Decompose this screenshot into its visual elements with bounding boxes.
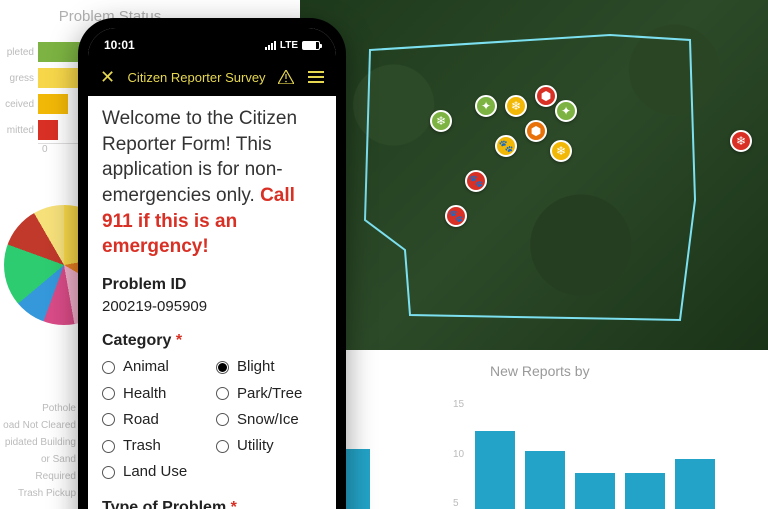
map[interactable]: ❄✦❄⬢✦⬢🐾❄🐾🐾❄: [300, 0, 768, 350]
close-icon[interactable]: ✕: [100, 67, 115, 88]
map-pin[interactable]: ⬢: [535, 85, 557, 107]
category-option[interactable]: Road: [102, 410, 208, 430]
problem-type-labels: Potholeoad Not Clearedpidated Buildingor…: [0, 400, 76, 502]
radio-icon: [102, 413, 115, 426]
warning-icon[interactable]: [278, 70, 294, 84]
radio-icon: [216, 413, 229, 426]
map-pin[interactable]: ❄: [505, 95, 527, 117]
app-title: Citizen Reporter Survey: [128, 70, 266, 85]
category-option[interactable]: Animal: [102, 357, 208, 377]
category-options: Animal Blight Health Park/Tree Road Snow/Ice T…: [102, 357, 322, 482]
category-option[interactable]: Utility: [216, 436, 322, 456]
category-option[interactable]: Land Use: [102, 462, 208, 482]
radio-icon: [102, 361, 115, 374]
problem-id-value: 200219-095909: [102, 297, 322, 317]
survey-form: Welcome to the Citizen Reporter Form! Th…: [88, 96, 336, 509]
map-pin[interactable]: ⬢: [525, 120, 547, 142]
problem-id-label: Problem ID: [102, 274, 322, 296]
radio-icon: [216, 387, 229, 400]
county-boundary: [350, 20, 710, 330]
category-option[interactable]: Park/Tree: [216, 384, 322, 404]
map-pin[interactable]: ❄: [550, 140, 572, 162]
category-option[interactable]: Snow/Ice: [216, 410, 322, 430]
map-pin[interactable]: ❄: [730, 130, 752, 152]
map-pin[interactable]: 🐾: [445, 205, 467, 227]
radio-icon: [216, 361, 229, 374]
category-option[interactable]: Trash: [102, 436, 208, 456]
map-pin[interactable]: 🐾: [495, 135, 517, 157]
radio-icon: [102, 387, 115, 400]
bar: [625, 473, 665, 509]
bar: [575, 473, 615, 509]
clock: 10:01: [104, 38, 135, 52]
radio-icon: [102, 466, 115, 479]
radio-icon: [216, 440, 229, 453]
type-of-problem-label: Type of Problem *: [102, 497, 322, 509]
phone-screen: 10:01 LTE ✕ Citizen Reporter Survey Welc…: [88, 28, 336, 509]
intro-text: Welcome to the Citizen Reporter Form! Th…: [102, 106, 322, 260]
phone-notch: [152, 18, 272, 40]
map-pin[interactable]: 🐾: [465, 170, 487, 192]
menu-icon[interactable]: [308, 71, 324, 83]
category-label: Category *: [102, 330, 322, 352]
map-pin[interactable]: ✦: [475, 95, 497, 117]
battery-icon: [302, 41, 320, 50]
bar-chart-2: 15105: [475, 399, 715, 509]
category-option[interactable]: Blight: [216, 357, 322, 377]
bar: [525, 451, 565, 509]
radio-icon: [102, 440, 115, 453]
signal-icon: [265, 41, 276, 50]
map-pin[interactable]: ❄: [430, 110, 452, 132]
new-reports-label: New Reports by: [490, 363, 590, 379]
bar: [675, 459, 715, 509]
network-label: LTE: [280, 40, 298, 51]
phone-frame: 10:01 LTE ✕ Citizen Reporter Survey Welc…: [78, 18, 346, 509]
map-pin[interactable]: ✦: [555, 100, 577, 122]
app-bar: ✕ Citizen Reporter Survey: [88, 58, 336, 96]
bar: [475, 431, 515, 509]
category-option[interactable]: Health: [102, 384, 208, 404]
